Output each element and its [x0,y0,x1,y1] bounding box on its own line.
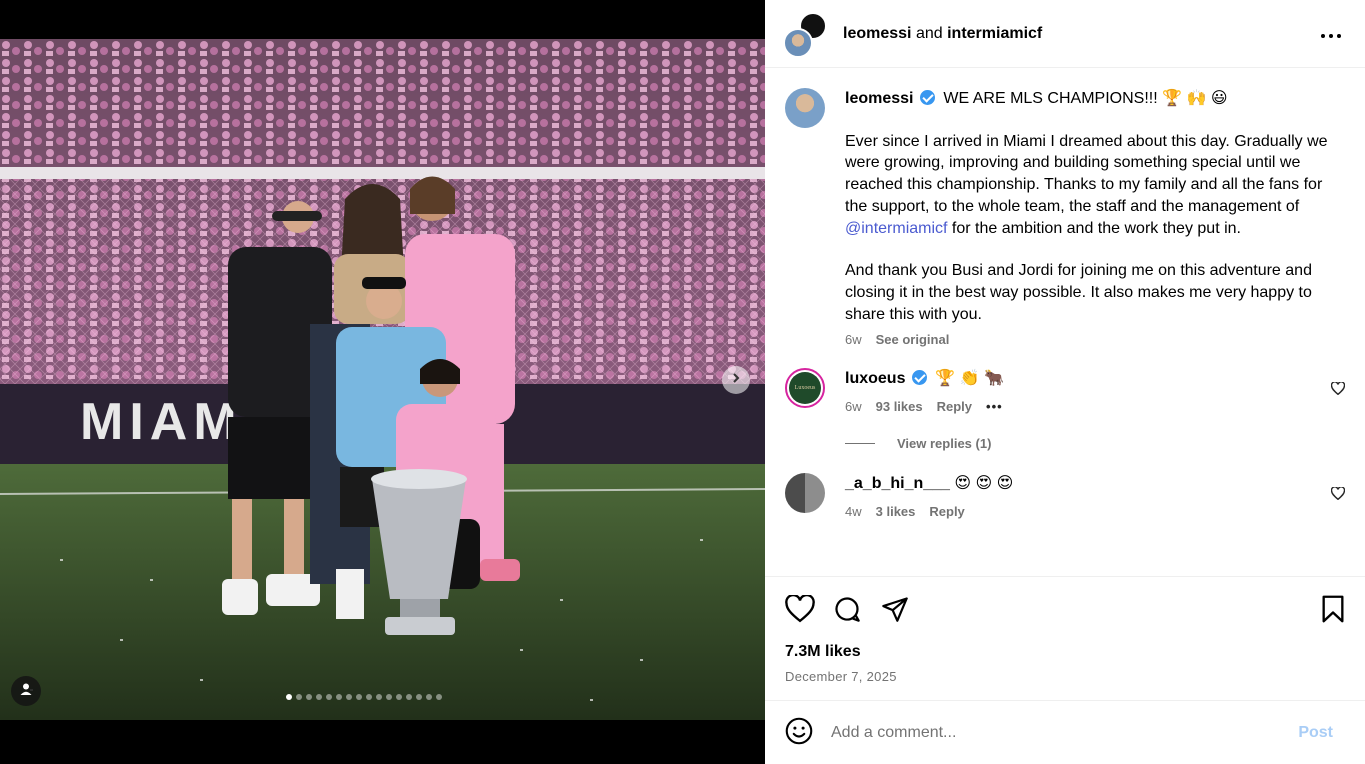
carousel-dot [436,694,442,700]
more-horizontal-icon [1321,18,1341,43]
likes-count[interactable]: 7.3M likes [785,643,1345,661]
post-sidebar: leomessi and intermiamicf leomessi WE AR… [765,0,1365,764]
comment-time[interactable]: 6w [845,399,862,414]
comment-like-heart-icon[interactable] [1330,381,1346,400]
comment: _a_b_hi_n___ 😍 😍 😍 4w 3 likes Reply [785,473,1346,519]
comment-time[interactable]: 4w [845,504,862,519]
caption-time[interactable]: 6w [845,332,862,347]
caption-paragraph-2: And thank you Busi and Jordi for joining… [845,262,1312,323]
comment-input[interactable] [831,724,1299,742]
comment-like-heart-icon[interactable] [1330,486,1346,505]
carousel-dot [296,694,302,700]
user-tag-icon [19,682,33,701]
carousel-dot [356,694,362,700]
avatar [783,27,813,58]
heart-icon[interactable] [785,593,815,628]
carousel-dot [376,694,382,700]
carousel-indicator [286,694,442,700]
comments-section[interactable]: leomessi WE ARE MLS CHAMPIONS!!! 🏆 🙌 😃 E… [765,69,1365,577]
caption: leomessi WE ARE MLS CHAMPIONS!!! 🏆 🙌 😃 E… [785,88,1345,347]
emoji-icon[interactable] [785,717,813,750]
share-icon[interactable] [881,595,909,628]
post-date[interactable]: December 7, 2025 [785,669,1345,684]
comment-text: 😍 😍 😍 [954,475,1014,493]
post-header: leomessi and intermiamicf [765,0,1365,68]
comment-likes[interactable]: 93 likes [876,399,923,414]
carousel-dot [336,694,342,700]
collab-avatars[interactable] [783,11,827,58]
header-username-1[interactable]: leomessi [843,25,911,42]
divider [845,443,875,445]
caption-headline: WE ARE MLS CHAMPIONS!!! 🏆 🙌 😃 [943,90,1228,107]
caption-text: for the ambition and the work they put i… [947,219,1241,237]
verified-badge-icon [919,90,935,105]
mention-link[interactable]: @intermiamicf [845,220,947,237]
view-replies-label: View replies (1) [897,436,992,452]
carousel-dot [416,694,422,700]
carousel-dot [346,694,352,700]
carousel-dot [306,694,312,700]
avatar[interactable] [785,473,825,514]
bookmark-icon[interactable] [1321,595,1345,628]
comment-likes[interactable]: 3 likes [876,504,916,519]
avatar-logo-text: Luxoeus [789,372,821,405]
avatar[interactable]: Luxoeus [785,368,825,409]
collab-title: leomessi and intermiamicf [843,25,1042,43]
comment: Luxoeus luxoeus 🏆 👏 🐂 6w 93 likes Reply … [785,368,1346,414]
header-username-2[interactable]: intermiamicf [947,25,1042,42]
see-original-link[interactable]: See original [876,332,950,347]
view-replies-button[interactable]: View replies (1) [845,436,1345,451]
comment-username[interactable]: _a_b_hi_n___ [845,475,950,492]
avatar[interactable] [785,88,825,128]
post-photo[interactable]: MIAMI [0,39,765,720]
reply-button[interactable]: Reply [929,504,964,519]
comment-text: 🏆 👏 🐂 [935,370,1005,388]
reply-button[interactable]: Reply [937,399,972,414]
carousel-dot [426,694,432,700]
comment-icon[interactable] [833,595,861,628]
carousel-dot [326,694,332,700]
carousel-dot [406,694,412,700]
caption-paragraph-1: Ever since I arrived in Miami I dreamed … [845,131,1345,240]
tagged-users-button[interactable] [11,676,41,706]
carousel-dot [386,694,392,700]
add-comment-bar: Post [765,702,1365,764]
comment-more-button[interactable]: ••• [986,399,1003,414]
carousel-dot [366,694,372,700]
post-comment-button[interactable]: Post [1298,724,1333,742]
post-actions: 7.3M likes December 7, 2025 [765,576,1365,701]
header-joiner: and [915,24,943,42]
caption-username[interactable]: leomessi [845,90,913,107]
carousel-next-button[interactable] [722,366,750,394]
carousel-dot [316,694,322,700]
comment-username[interactable]: luxoeus [845,370,905,387]
chevron-right-icon [730,371,742,389]
more-options-button[interactable] [1321,22,1341,40]
media-pane: MIAMI [0,0,765,764]
verified-badge-icon [911,370,927,386]
caption-text: Ever since I arrived in Miami I dreamed … [845,132,1328,215]
carousel-dot [396,694,402,700]
carousel-dot [286,694,292,700]
